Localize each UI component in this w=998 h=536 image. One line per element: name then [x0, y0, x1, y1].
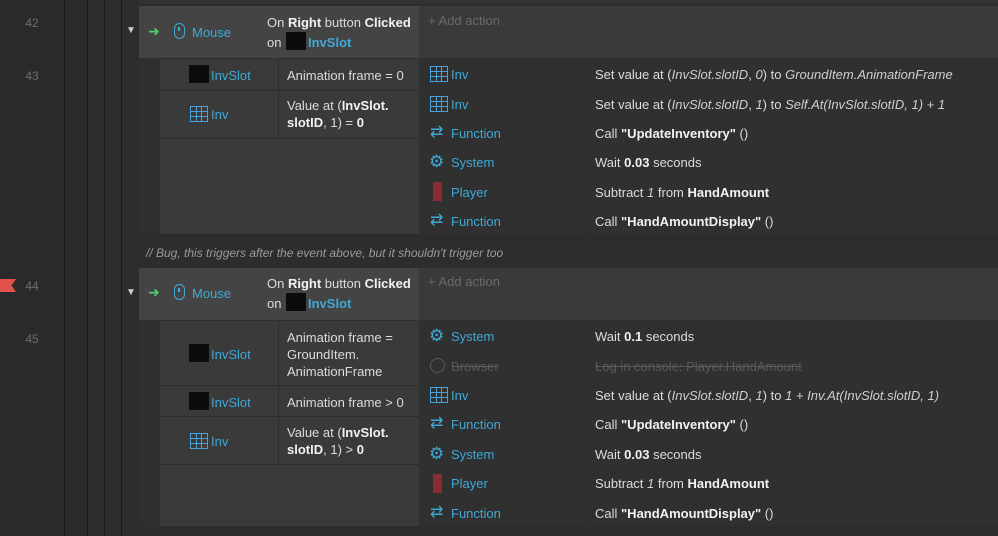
action-object[interactable]: Function — [451, 214, 501, 229]
condition-text[interactable]: Animation frame > 0 — [287, 394, 404, 411]
previous-event-edge — [139, 0, 998, 4]
trigger-arrow-icon: ➜ — [148, 284, 160, 300]
trigger-object-label: Mouse — [192, 25, 232, 40]
mouse-icon — [174, 23, 185, 39]
mouse-icon — [174, 284, 185, 300]
grid-icon — [430, 387, 448, 403]
condition-object[interactable]: InvSlot — [211, 395, 251, 410]
condition-object[interactable]: InvSlot — [211, 68, 251, 83]
action-object-disabled[interactable]: Browser — [451, 359, 499, 374]
trigger-text: On Right button Clicked — [267, 276, 411, 291]
condition-object[interactable]: Inv — [211, 434, 228, 449]
grid-icon — [430, 96, 448, 112]
invslot-icon — [189, 344, 209, 362]
action-text[interactable]: Wait 0.1 seconds — [595, 328, 694, 345]
action-object[interactable]: System — [451, 155, 494, 170]
function-icon: ⇄ — [430, 124, 444, 141]
action-object[interactable]: Inv — [451, 97, 468, 112]
trigger-arrow-icon: ➜ — [148, 23, 160, 39]
collapse-toggle-icon[interactable]: ▼ — [126, 25, 136, 36]
action-object[interactable]: Function — [451, 417, 501, 432]
action-text[interactable]: Subtract 1 from HandAmount — [595, 475, 769, 492]
trigger-target-label: InvSlot — [308, 35, 352, 50]
function-icon: ⇄ — [430, 415, 444, 432]
trigger-target-label: InvSlot — [308, 296, 352, 311]
grid-icon — [190, 433, 208, 449]
invslot-icon — [286, 32, 306, 50]
gear-icon: ⚙ — [429, 444, 445, 463]
action-object[interactable]: Function — [451, 506, 501, 521]
condition-object[interactable]: InvSlot — [211, 347, 251, 362]
condition-text[interactable]: Value at (InvSlot. slotID, 1) > 0 — [287, 424, 389, 458]
action-object[interactable]: Player — [451, 185, 488, 200]
collapse-toggle-icon[interactable]: ▼ — [126, 287, 136, 298]
trigger-object-label: Mouse — [192, 286, 232, 301]
grid-icon — [430, 66, 448, 82]
action-object[interactable]: Inv — [451, 67, 468, 82]
action-text[interactable]: Subtract 1 from HandAmount — [595, 184, 769, 201]
action-text-disabled[interactable]: Log in console: Player.HandAmount — [595, 358, 802, 375]
trigger-text: On Right button Clicked — [267, 15, 411, 30]
line-number: 42 — [25, 16, 39, 30]
condition-text[interactable]: Value at (InvSlot. slotID, 1) = 0 — [287, 97, 389, 131]
invslot-icon — [189, 65, 209, 83]
action-text[interactable]: Wait 0.03 seconds — [595, 446, 702, 463]
action-object[interactable]: System — [451, 329, 494, 344]
invslot-icon — [286, 293, 306, 311]
event-actions-header — [419, 268, 998, 320]
action-text[interactable]: Set value at (InvSlot.slotID, 1) to 1 + … — [595, 387, 939, 404]
gear-icon: ⚙ — [429, 152, 445, 171]
condition-text[interactable]: Animation frame = 0 — [287, 67, 404, 84]
function-icon: ⇄ — [430, 504, 444, 521]
line-number: 44 — [25, 279, 39, 293]
action-text[interactable]: Set value at (InvSlot.slotID, 0) to Grou… — [595, 66, 953, 83]
action-object[interactable]: Inv — [451, 388, 468, 403]
add-action-button[interactable]: + Add action — [428, 13, 500, 28]
action-text[interactable]: Call "HandAmountDisplay" () — [595, 505, 773, 522]
line-number: 45 — [25, 332, 39, 346]
condition-object[interactable]: Inv — [211, 107, 228, 122]
sub-event-conditions — [160, 59, 419, 234]
trigger-target-line: on — [267, 296, 282, 311]
action-text[interactable]: Set value at (InvSlot.slotID, 1) to Self… — [595, 96, 945, 113]
function-icon: ⇄ — [430, 212, 444, 229]
action-text[interactable]: Call "UpdateInventory" () — [595, 125, 748, 142]
browser-icon — [430, 358, 445, 373]
comment-line[interactable]: // Bug, this triggers after the event ab… — [146, 246, 503, 260]
grid-icon — [190, 106, 208, 122]
condition-text[interactable]: Animation frame = GroundItem. AnimationFra… — [287, 329, 393, 380]
action-text[interactable]: Wait 0.03 seconds — [595, 154, 702, 171]
invslot-icon — [189, 392, 209, 410]
action-object[interactable]: Function — [451, 126, 501, 141]
trigger-target-line: on — [267, 35, 282, 50]
action-object[interactable]: Player — [451, 476, 488, 491]
action-object[interactable]: System — [451, 447, 494, 462]
player-icon — [433, 474, 442, 493]
player-icon — [433, 182, 442, 201]
line-number: 43 — [25, 69, 39, 83]
action-text[interactable]: Call "UpdateInventory" () — [595, 416, 748, 433]
gear-icon: ⚙ — [429, 326, 445, 345]
event-actions-header — [419, 6, 998, 58]
action-text[interactable]: Call "HandAmountDisplay" () — [595, 213, 773, 230]
add-action-button[interactable]: + Add action — [428, 274, 500, 289]
